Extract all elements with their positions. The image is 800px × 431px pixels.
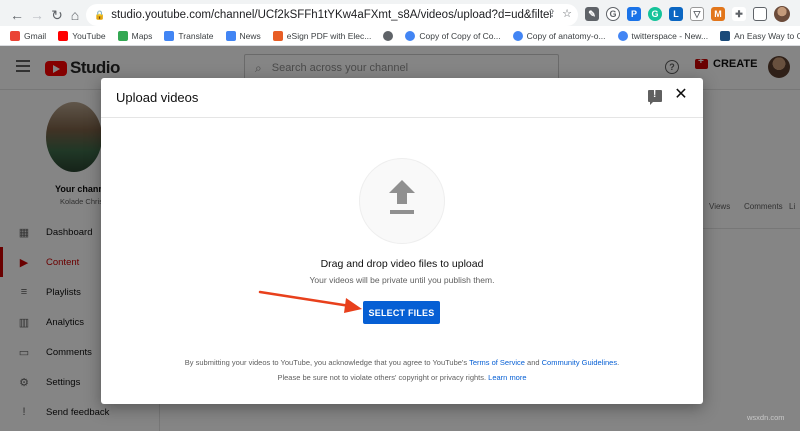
esign-icon	[272, 30, 283, 41]
doc-icon	[405, 30, 416, 41]
translate-icon	[164, 30, 175, 41]
browser-profile-avatar[interactable]	[774, 6, 790, 22]
address-bar[interactable]: 🔒 studio.youtube.com/channel/UCf2kSFFh1t…	[86, 4, 578, 26]
forward-icon[interactable]: →	[26, 4, 48, 26]
watermark-text: wsxdn.com	[747, 413, 785, 422]
bookmark-translate[interactable]: Translate	[164, 30, 214, 41]
upload-arrow-icon	[389, 180, 415, 214]
community-guidelines-link[interactable]: Community Guidelines	[542, 358, 617, 367]
metamask-icon[interactable]: M	[711, 7, 725, 21]
private-notice: Your videos will be private until you pu…	[309, 275, 495, 285]
puzzle-icon[interactable]: ✚	[732, 7, 746, 21]
bookmark-twitterspace[interactable]: twitterspace - New...	[617, 30, 708, 41]
learn-more-link[interactable]: Learn more	[488, 373, 526, 382]
home-icon[interactable]: ⌂	[64, 4, 86, 26]
globe-icon	[383, 30, 394, 41]
shield-icon[interactable]: ▽	[690, 7, 704, 21]
send-feedback-icon[interactable]	[648, 89, 662, 105]
extension-icon-2[interactable]: G	[606, 7, 620, 21]
gmail-icon	[10, 30, 20, 41]
url-text: studio.youtube.com/channel/UCf2kSFFh1tYK…	[111, 9, 552, 21]
site-icon	[720, 30, 731, 41]
dialog-header: Upload videos ✕	[101, 78, 703, 118]
bookmark-copy-2[interactable]: Copy of anatomy-o...	[512, 30, 606, 41]
bookmark-globe[interactable]	[383, 30, 394, 41]
drag-drop-text: Drag and drop video files to upload	[320, 258, 484, 270]
bookmark-news[interactable]: News	[225, 30, 261, 41]
select-files-button[interactable]: SELECT FILES	[363, 301, 440, 324]
dialog-title: Upload videos	[116, 90, 199, 105]
doc-icon	[512, 30, 523, 41]
bookmark-maps[interactable]: Maps	[117, 30, 152, 41]
bookmark-copy-1[interactable]: Copy of Copy of Co...	[405, 30, 501, 41]
extension-icon-5[interactable]: L	[669, 7, 683, 21]
lock-icon: 🔒	[94, 9, 106, 20]
terms-of-service-link[interactable]: Terms of Service	[469, 358, 525, 367]
bookmark-gmail[interactable]: Gmail	[10, 30, 46, 41]
upload-dialog: Upload videos ✕ Drag and drop video file…	[101, 78, 703, 404]
annotation-arrow	[258, 290, 362, 313]
bookmark-youtube[interactable]: YouTube	[58, 30, 106, 41]
doc-icon	[617, 30, 628, 41]
back-icon[interactable]: ←	[6, 4, 28, 26]
bookmark-easy-way[interactable]: An Easy Way to Get...	[720, 30, 800, 41]
star-icon[interactable]: ☆	[562, 7, 572, 20]
news-icon	[225, 30, 236, 41]
extension-icon-1[interactable]: ✎	[585, 7, 599, 21]
bookmarks-bar: Gmail YouTube Maps Translate News eSign …	[0, 26, 800, 46]
close-icon[interactable]: ✕	[674, 87, 688, 103]
terms-notice: By submitting your videos to YouTube, yo…	[184, 358, 620, 367]
bookmark-esign[interactable]: eSign PDF with Elec...	[272, 30, 371, 41]
grammarly-icon[interactable]: G	[648, 7, 662, 21]
share-icon[interactable]: ⇪	[547, 7, 556, 20]
maps-icon	[117, 30, 128, 41]
copyright-notice: Please be sure not to violate others' co…	[277, 373, 527, 382]
upload-drop-zone[interactable]	[359, 158, 445, 244]
youtube-icon	[58, 30, 69, 41]
sidepanel-icon[interactable]	[753, 7, 767, 21]
extension-icon-3[interactable]: P	[627, 7, 641, 21]
